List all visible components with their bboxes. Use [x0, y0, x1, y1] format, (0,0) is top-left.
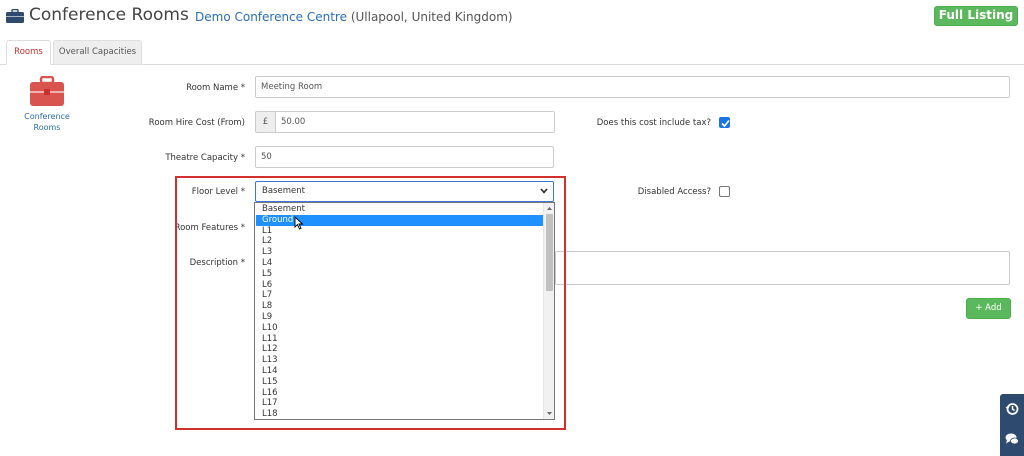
dropdown-option[interactable]: L6 [256, 280, 544, 291]
dropdown-option[interactable]: L16 [256, 388, 544, 399]
dropdown-option[interactable]: L14 [256, 366, 544, 377]
room-name-label: Room Name * [186, 83, 245, 93]
briefcase-icon [6, 9, 24, 23]
disabled-access-label: Disabled Access? [637, 187, 711, 197]
dropdown-option[interactable]: L15 [256, 377, 544, 388]
dropdown-option[interactable]: L4 [256, 258, 544, 269]
venue-link[interactable]: Demo Conference Centre [195, 10, 347, 24]
page-title: Conference Rooms [29, 5, 189, 25]
venue-location: (Ullapool, United Kingdom) [350, 10, 513, 24]
dropdown-option[interactable]: L2 [256, 236, 544, 247]
help-widget[interactable] [1000, 394, 1024, 456]
dropdown-scrollbar[interactable] [543, 203, 554, 419]
dropdown-option[interactable]: L5 [256, 269, 544, 280]
scroll-up-icon[interactable] [546, 205, 553, 212]
theatre-capacity-input[interactable]: 50 [255, 146, 554, 168]
mouse-cursor-icon [294, 216, 304, 230]
tab-rooms[interactable]: Rooms [6, 40, 51, 65]
room-hire-cost-input[interactable]: 50.00 [275, 111, 555, 133]
dropdown-option[interactable]: L10 [256, 323, 544, 334]
sidebar-item-conference-rooms[interactable]: Conference Rooms [15, 111, 79, 133]
tax-included-checkbox[interactable] [719, 117, 730, 128]
theatre-capacity-label: Theatre Capacity * [165, 153, 245, 163]
dropdown-option[interactable]: L18 [256, 409, 544, 419]
checkmark-icon [721, 119, 730, 128]
dropdown-option[interactable]: L8 [256, 301, 544, 312]
dropdown-option[interactable]: L12 [256, 344, 544, 355]
dropdown-option[interactable]: Basement [256, 204, 544, 215]
tab-overall-capacities[interactable]: Overall Capacities [53, 40, 142, 65]
room-name-input[interactable]: Meeting Room [255, 76, 1010, 98]
dropdown-option[interactable]: L13 [256, 355, 544, 366]
currency-addon: £ [255, 111, 276, 133]
full-listing-button[interactable]: Full Listing [934, 6, 1018, 26]
disabled-access-checkbox[interactable] [719, 186, 730, 197]
dropdown-option[interactable]: L3 [256, 247, 544, 258]
history-icon[interactable] [1005, 402, 1019, 416]
scrollbar-thumb[interactable] [546, 214, 553, 291]
tabs-divider [0, 64, 1024, 65]
dropdown-option[interactable]: L7 [256, 290, 544, 301]
briefcase-icon[interactable] [30, 76, 64, 106]
chat-icon[interactable] [1005, 432, 1019, 446]
scroll-down-icon[interactable] [546, 410, 553, 417]
dropdown-option[interactable]: L17 [256, 398, 544, 409]
add-button[interactable]: + Add [966, 298, 1011, 319]
room-hire-cost-label: Room Hire Cost (From) [148, 118, 245, 128]
page-subtitle: Demo Conference Centre (Ullapool, United… [195, 10, 513, 24]
description-textarea[interactable] [555, 251, 1010, 285]
floor-level-dropdown-list[interactable]: Basement Ground L1 L2 L3 L4 L5 L6 L7 L8 L9 L10 L11 L1… [254, 202, 555, 420]
dropdown-option[interactable]: L11 [256, 334, 544, 345]
tax-included-label: Does this cost include tax? [596, 118, 711, 128]
dropdown-option[interactable]: L9 [256, 312, 544, 323]
